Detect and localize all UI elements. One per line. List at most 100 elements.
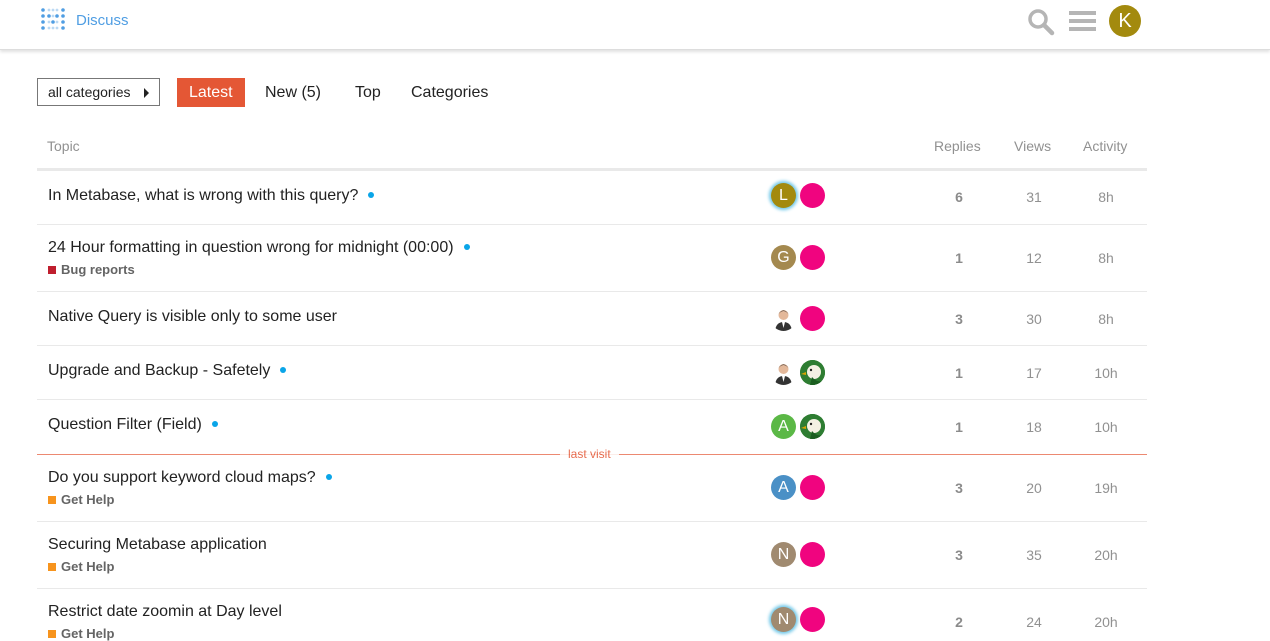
topic-title-text: Native Query is visible only to some use… (48, 308, 337, 325)
replies-count[interactable]: 3 (929, 547, 989, 563)
tab-latest[interactable]: Latest (177, 78, 245, 107)
row-divider (37, 399, 1147, 400)
poster-avatar[interactable]: A (771, 475, 796, 500)
caret-right-icon (144, 88, 149, 98)
column-header-activity[interactable]: Activity (1083, 138, 1127, 154)
category-name: Bug reports (61, 262, 135, 277)
row-divider (37, 345, 1147, 346)
poster-avatar[interactable]: G (771, 245, 796, 270)
category-color-swatch (48, 629, 56, 638)
replies-count[interactable]: 1 (929, 419, 989, 435)
tab-top[interactable]: Top (355, 78, 381, 107)
topic-title-link[interactable]: In Metabase, what is wrong with this que… (48, 187, 375, 205)
category-dropdown[interactable]: all categories (37, 78, 160, 106)
activity-time[interactable]: 10h (1076, 419, 1136, 435)
category-name: Get Help (61, 626, 115, 641)
activity-time[interactable]: 20h (1076, 547, 1136, 563)
topic-title-text: Do you support keyword cloud maps? (48, 469, 316, 486)
replies-count[interactable]: 6 (929, 189, 989, 205)
topic-title-text: Question Filter (Field) (48, 416, 202, 433)
topic-title-link[interactable]: 24 Hour formatting in question wrong for… (48, 239, 470, 257)
topic-title-text: Securing Metabase application (48, 536, 267, 553)
poster-initial: L (779, 187, 788, 204)
tab-new[interactable]: New (5) (265, 78, 321, 107)
poster-avatar[interactable] (800, 245, 825, 270)
category-color-swatch (48, 265, 56, 274)
category-badge[interactable]: Get Help (48, 626, 114, 641)
topic-title-link[interactable]: Securing Metabase application (48, 536, 267, 554)
poster-avatar[interactable] (800, 306, 825, 331)
activity-time[interactable]: 10h (1076, 365, 1136, 381)
poster-avatar[interactable]: N (771, 607, 796, 632)
user-avatar[interactable]: K (1109, 5, 1141, 37)
hamburger-menu-icon[interactable] (1069, 9, 1096, 33)
unread-indicator-icon (325, 473, 332, 480)
category-badge[interactable]: Get Help (48, 492, 114, 507)
poster-avatar[interactable]: A (771, 414, 796, 439)
topic-title-link[interactable]: Upgrade and Backup - Safetely (48, 362, 287, 380)
site-header: Discuss K (0, 0, 1270, 50)
topic-title-link[interactable]: Native Query is visible only to some use… (48, 308, 337, 326)
poster-avatar[interactable] (800, 414, 825, 439)
poster-avatar[interactable] (800, 360, 825, 385)
row-divider (37, 291, 1147, 292)
category-color-swatch (48, 562, 56, 571)
replies-count[interactable]: 1 (929, 365, 989, 381)
poster-initial: N (777, 611, 790, 628)
poster-avatar[interactable] (800, 542, 825, 567)
column-header-replies[interactable]: Replies (934, 138, 981, 154)
unread-indicator-icon (211, 420, 218, 427)
views-count: 31 (1026, 189, 1042, 205)
row-divider (37, 224, 1147, 225)
activity-time[interactable]: 8h (1076, 311, 1136, 327)
topic-title-link[interactable]: Restrict date zoomin at Day level (48, 603, 282, 621)
category-dropdown-label: all categories (48, 84, 131, 100)
poster-avatar[interactable]: N (771, 542, 796, 567)
replies-count[interactable]: 3 (929, 480, 989, 496)
search-icon[interactable] (1027, 8, 1055, 36)
activity-time[interactable]: 20h (1076, 614, 1136, 630)
metabase-logo-icon[interactable] (40, 6, 66, 32)
views-count: 30 (1026, 311, 1042, 327)
topic-title-text: In Metabase, what is wrong with this que… (48, 187, 359, 204)
views-count: 24 (1026, 614, 1042, 630)
poster-avatar[interactable] (800, 607, 825, 632)
category-name: Get Help (61, 559, 115, 574)
poster-avatar[interactable] (800, 475, 825, 500)
replies-count[interactable]: 3 (929, 311, 989, 327)
replies-count[interactable]: 1 (929, 250, 989, 266)
category-badge[interactable]: Bug reports (48, 262, 135, 277)
poster-avatar[interactable] (800, 183, 825, 208)
topic-title-text: 24 Hour formatting in question wrong for… (48, 239, 454, 256)
activity-time[interactable]: 8h (1076, 189, 1136, 205)
category-name: Get Help (61, 492, 115, 507)
row-divider (37, 588, 1147, 589)
views-count: 35 (1026, 547, 1042, 563)
last-visit-label: last visit (560, 447, 619, 461)
poster-avatar[interactable] (771, 306, 796, 331)
views-count: 20 (1026, 480, 1042, 496)
replies-count[interactable]: 2 (929, 614, 989, 630)
category-badge[interactable]: Get Help (48, 559, 114, 574)
views-count: 17 (1026, 365, 1042, 381)
poster-avatar[interactable]: L (771, 183, 796, 208)
poster-initial: A (778, 418, 789, 435)
views-count: 12 (1026, 250, 1042, 266)
poster-avatar[interactable] (771, 360, 796, 385)
activity-time[interactable]: 8h (1076, 250, 1136, 266)
topic-title-link[interactable]: Do you support keyword cloud maps? (48, 469, 332, 487)
header-divider (37, 168, 1147, 171)
column-header-views[interactable]: Views (1014, 138, 1051, 154)
column-header-topic[interactable]: Topic (47, 138, 80, 154)
tab-categories[interactable]: Categories (411, 78, 488, 107)
unread-indicator-icon (463, 243, 470, 250)
topic-title-text: Upgrade and Backup - Safetely (48, 362, 271, 379)
topic-title-text: Restrict date zoomin at Day level (48, 603, 282, 620)
brand-name[interactable]: Discuss (76, 12, 129, 29)
activity-time[interactable]: 19h (1076, 480, 1136, 496)
row-divider (37, 521, 1147, 522)
unread-indicator-icon (280, 366, 287, 373)
views-count: 18 (1026, 419, 1042, 435)
unread-indicator-icon (368, 191, 375, 198)
topic-title-link[interactable]: Question Filter (Field) (48, 416, 218, 434)
